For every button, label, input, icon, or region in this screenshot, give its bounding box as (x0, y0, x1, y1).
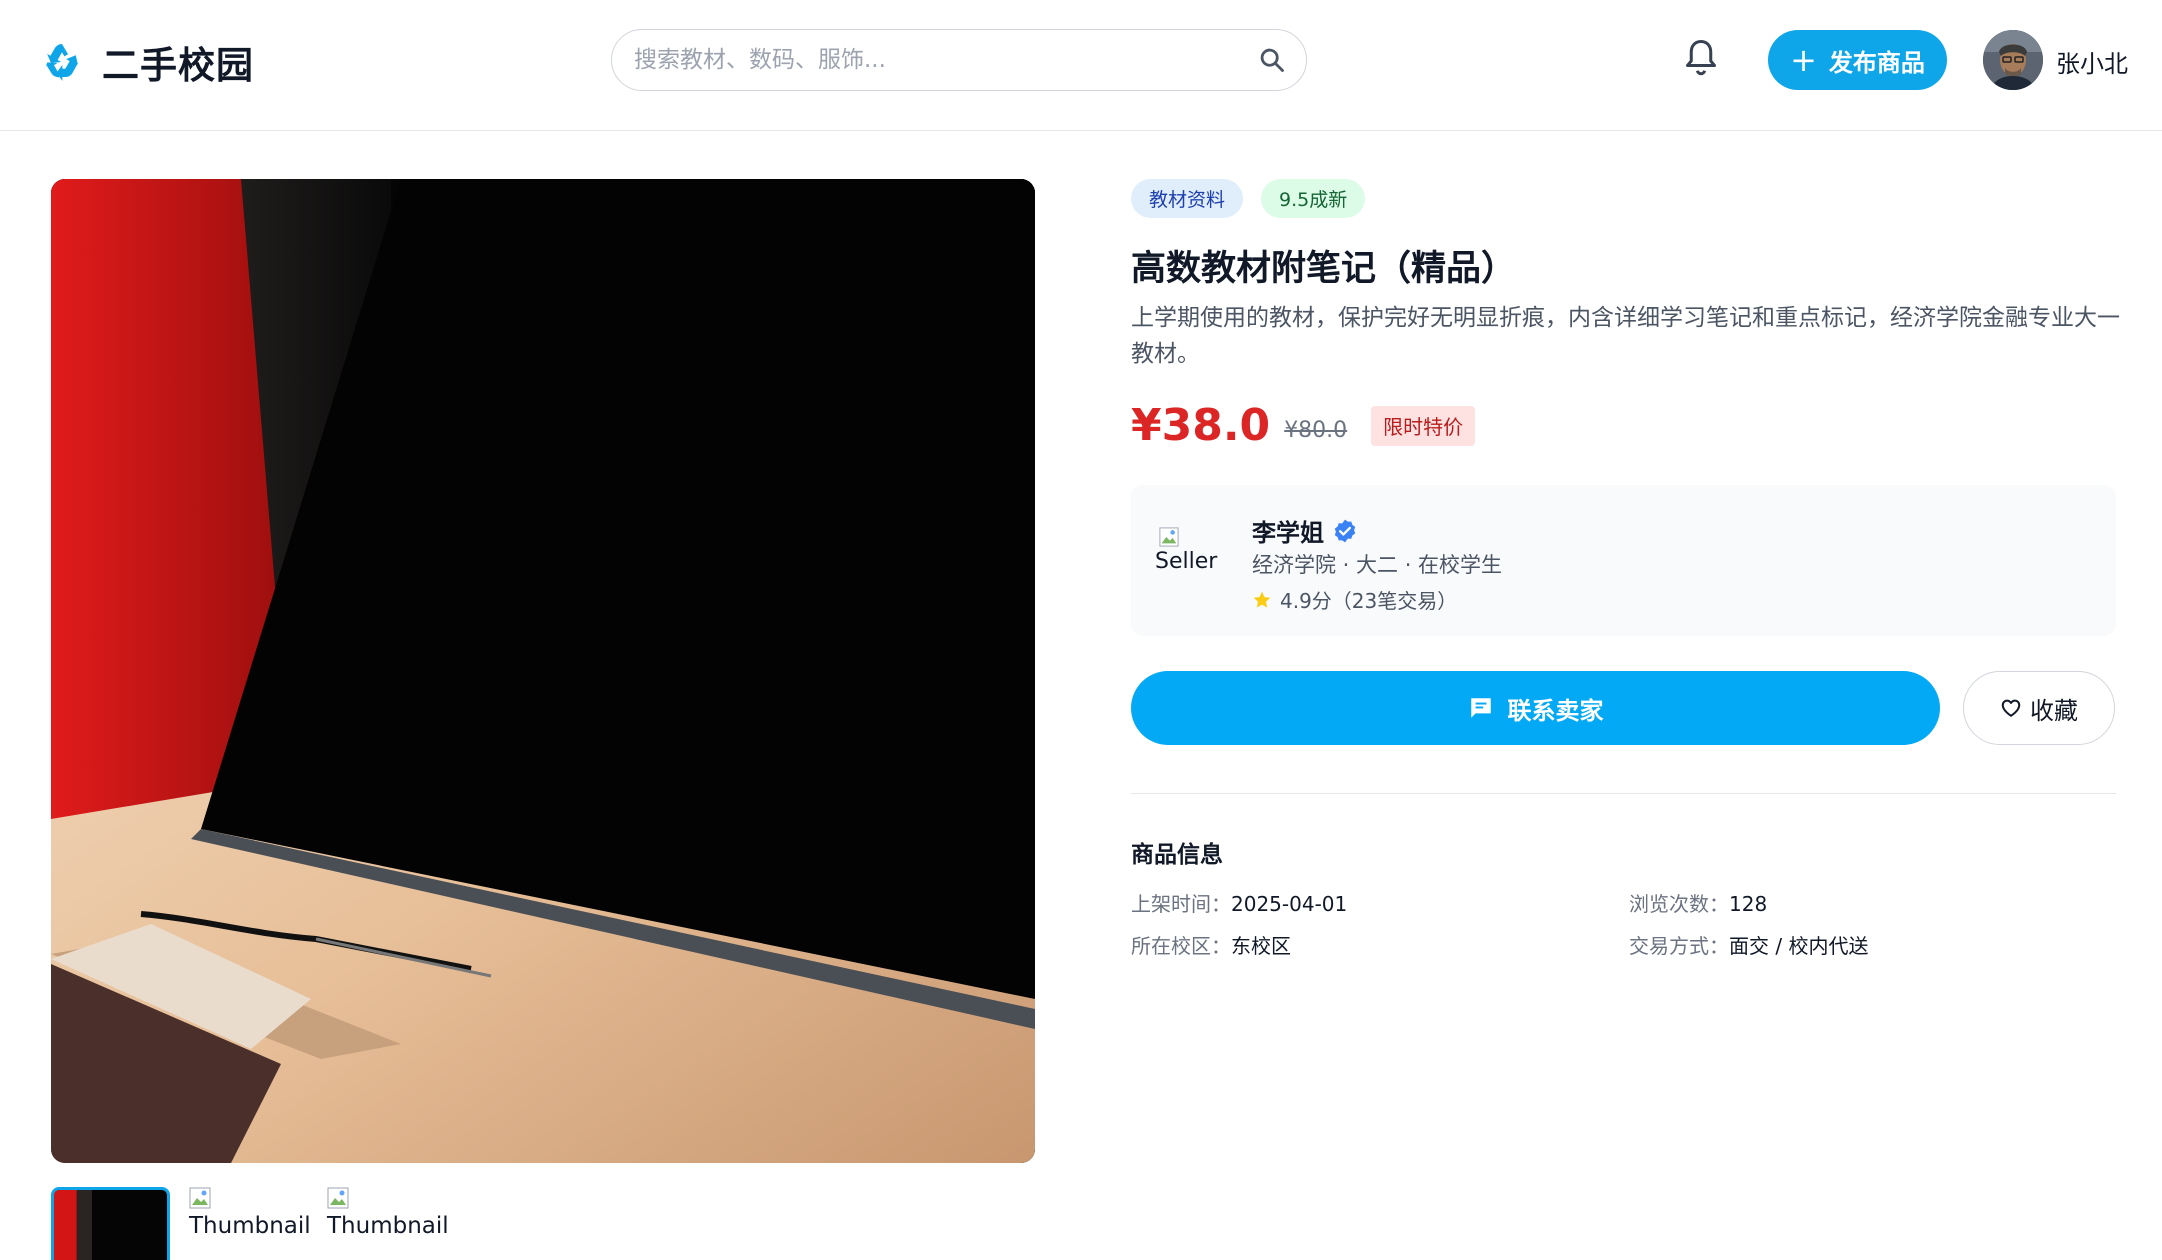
search-icon[interactable] (1258, 46, 1286, 74)
plus-icon: + (1790, 41, 1817, 79)
star-icon (1253, 591, 1271, 608)
chat-icon (1470, 698, 1491, 718)
product-tags: 教材资料 9.5成新 (1131, 179, 1366, 218)
thumbnail-alt: Thumbnail (189, 1213, 311, 1239)
seller-avatar-alt: Seller (1155, 549, 1218, 574)
broken-image-icon (189, 1187, 211, 1209)
user-name[interactable]: 张小北 (2056, 44, 2128, 79)
publish-label: 发布商品 (1828, 48, 1925, 77)
view-count: 浏览次数：128 (1629, 888, 1767, 917)
app-name: 二手校园 (102, 44, 254, 87)
search-input[interactable] (634, 30, 1214, 89)
avatar-image (1983, 30, 2043, 90)
category-tag[interactable]: 教材资料 (1131, 179, 1244, 218)
contact-seller-button[interactable]: 联系卖家 (1131, 671, 1940, 745)
rating-text: 4.9分（23笔交易） (1280, 589, 1458, 613)
divider (1131, 793, 2116, 794)
thumbnail-active[interactable] (51, 1187, 170, 1260)
user-avatar[interactable] (1983, 30, 2043, 90)
seller-card[interactable]: Seller 李学姐 经济学院 · 大二 · 在校学生 4.9分（23笔交易） (1131, 485, 2116, 636)
trade-method: 交易方式：面交 / 校内代送 (1629, 930, 1868, 959)
campus-label: 所在校区： (1131, 934, 1231, 958)
thumbnail[interactable]: Thumbnail (189, 1187, 319, 1247)
favorite-label: 收藏 (2030, 696, 2078, 725)
seller-name-row: 李学姐 (1252, 513, 1358, 548)
trade-method-value: 面交 / 校内代送 (1729, 934, 1869, 958)
bell-icon[interactable] (1683, 37, 1719, 79)
publish-button[interactable]: + 发布商品 (1768, 30, 1947, 90)
view-count-label: 浏览次数： (1629, 892, 1729, 916)
thumbnail[interactable]: Thumbnail (327, 1187, 457, 1247)
seller-name[interactable]: 李学姐 (1252, 513, 1324, 548)
condition-tag: 9.5成新 (1261, 179, 1366, 218)
product-title: 高数教材附笔记（精品） (1131, 249, 1517, 289)
search-bar (611, 29, 1307, 91)
top-navigation-bar: 二手校园 + 发布商品 张小北 (0, 0, 2162, 131)
listed-date-value: 2025-04-01 (1231, 892, 1348, 916)
campus-value: 东校区 (1231, 934, 1291, 958)
contact-seller-label: 联系卖家 (1507, 696, 1604, 725)
seller-avatar[interactable]: Seller (1155, 527, 1235, 597)
listed-date: 上架时间：2025-04-01 (1131, 888, 1347, 917)
favorite-button[interactable]: 收藏 (1963, 671, 2115, 745)
recycle-icon (43, 44, 78, 81)
seller-details: 经济学院 · 大二 · 在校学生 (1252, 553, 1503, 577)
product-description: 上学期使用的教材，保护完好无明显折痕，内含详细学习笔记和重点标记，经济学院金融专… (1131, 305, 2120, 367)
listed-date-label: 上架时间： (1131, 892, 1231, 916)
campus: 所在校区：东校区 (1131, 930, 1291, 959)
seller-rating: 4.9分（23笔交易） (1252, 585, 1457, 614)
trade-method-label: 交易方式： (1629, 934, 1729, 958)
broken-image-icon (1159, 527, 1179, 547)
original-price: ¥80.0 (1284, 418, 1348, 443)
product-main-image[interactable] (51, 179, 1035, 1163)
verified-badge-icon (1334, 519, 1356, 542)
broken-image-icon (327, 1187, 349, 1209)
promo-badge: 限时特价 (1371, 405, 1476, 446)
logo[interactable]: 二手校园 (40, 38, 254, 87)
price-row: ¥38.0 ¥80.0 限时特价 (1131, 398, 1476, 453)
thumbnail-alt: Thumbnail (327, 1213, 449, 1239)
product-info-heading: 商品信息 (1131, 842, 1223, 868)
view-count-value: 128 (1729, 892, 1768, 916)
current-price: ¥38.0 (1131, 400, 1271, 451)
thumbnail-image (54, 1190, 167, 1260)
heart-icon (2001, 699, 2021, 717)
product-photo (51, 179, 1035, 1163)
